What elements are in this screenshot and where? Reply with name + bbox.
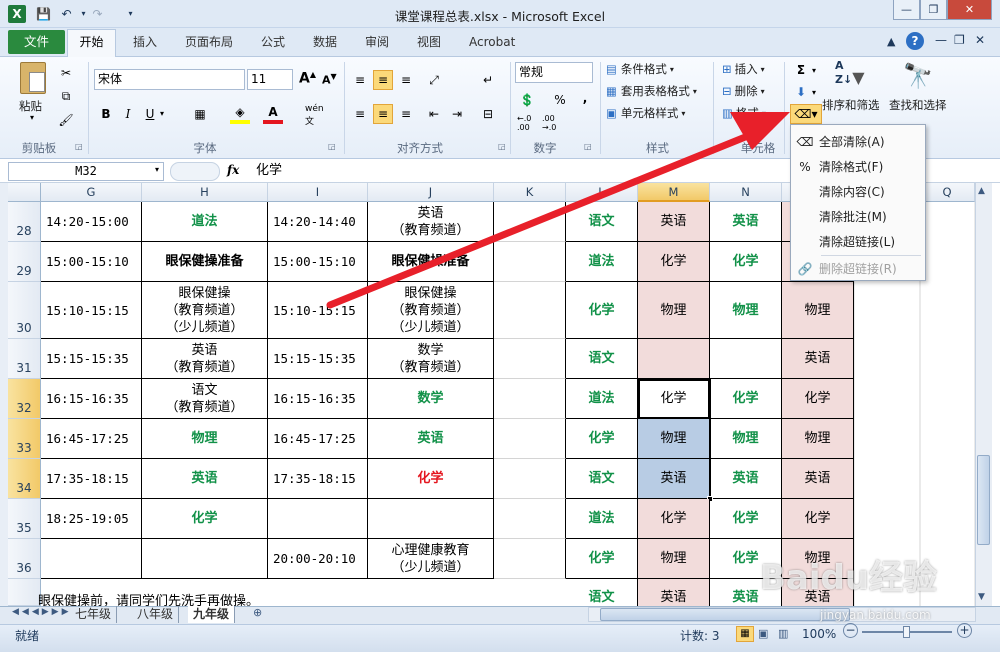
arrow-shaft: [326, 123, 774, 309]
watermark-brand: Baidu经验: [760, 558, 938, 598]
arrow-head: [730, 112, 790, 150]
tab-home[interactable]: 开始: [67, 29, 116, 57]
watermark-url: jingyan.baidu.com: [820, 608, 931, 622]
